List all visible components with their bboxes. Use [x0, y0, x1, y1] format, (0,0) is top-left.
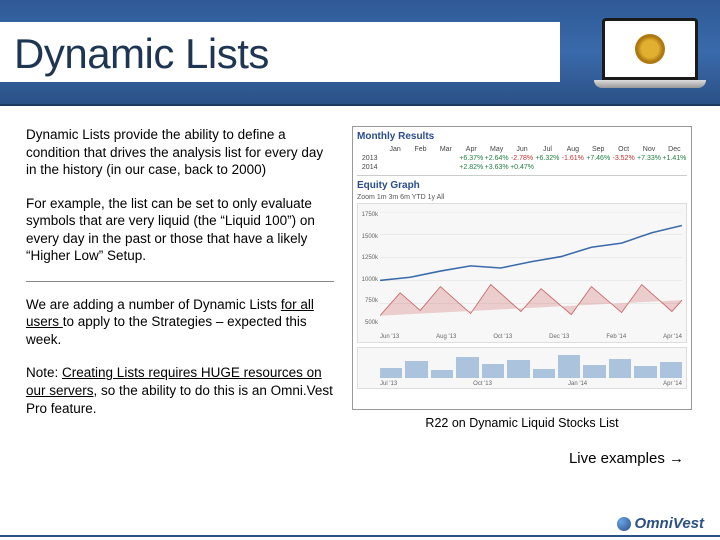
globe-icon	[617, 517, 631, 531]
zoom-controls: Zoom 1m 3m 6m YTD 1y All	[357, 194, 687, 201]
equity-line-chart: 1750k1500k 1250k1000k 750k500k	[357, 203, 687, 343]
volume-x-axis: Jul '13Oct '13 Jan '14Apr '14	[380, 381, 682, 387]
table-row: 2013 +6.37%+2.64% -2.78%+6.32% -1.61%+7.…	[357, 154, 687, 163]
content-area: Dynamic Lists provide the ability to def…	[0, 106, 720, 467]
award-ribbon-icon	[635, 34, 665, 64]
footer-divider	[0, 535, 720, 537]
table-row: 2014 +2.82%+3.63% +0.47%	[357, 163, 687, 172]
equity-svg	[380, 212, 682, 326]
laptop-icon	[594, 18, 706, 94]
chart-column: Monthly Results JanFebMar AprMayJun JulA…	[352, 126, 692, 467]
slide-header: Dynamic Lists	[0, 0, 720, 106]
equity-series-line	[380, 225, 682, 280]
equity-graph-label: Equity Graph	[357, 180, 687, 191]
invested-series	[380, 285, 682, 316]
paragraph-example: For example, the list can be set to only…	[26, 195, 334, 265]
divider	[26, 281, 334, 282]
x-axis: Jun '13Aug '13 Oct '13Dec '13 Feb '14Apr…	[380, 334, 682, 340]
volume-bar-chart: Jul '13Oct '13 Jan '14Apr '14	[357, 347, 687, 389]
text-column: Dynamic Lists provide the ability to def…	[26, 126, 334, 467]
live-examples-link[interactable]: Live examples →	[352, 450, 692, 467]
monthly-results-label: Monthly Results	[357, 131, 687, 142]
brand-text: OmniVest	[635, 515, 704, 532]
chart-screenshot: Monthly Results JanFebMar AprMayJun JulA…	[352, 126, 692, 410]
paragraph-intro: Dynamic Lists provide the ability to def…	[26, 126, 334, 179]
paragraph-announce: We are adding a number of Dynamic Lists …	[26, 296, 334, 349]
table-header-row: JanFebMar AprMayJun JulAugSep OctNovDec	[357, 145, 687, 154]
chart-caption: R22 on Dynamic Liquid Stocks List	[352, 416, 692, 430]
brand-logo: OmniVest	[617, 515, 704, 532]
y-axis: 1750k1500k 1250k1000k 750k500k	[360, 212, 378, 326]
paragraph-note: Note: Creating Lists requires HUGE resou…	[26, 364, 334, 417]
page-title: Dynamic Lists	[14, 30, 269, 78]
monthly-results-table: JanFebMar AprMayJun JulAugSep OctNovDec …	[357, 145, 687, 176]
volume-bars	[380, 352, 682, 378]
